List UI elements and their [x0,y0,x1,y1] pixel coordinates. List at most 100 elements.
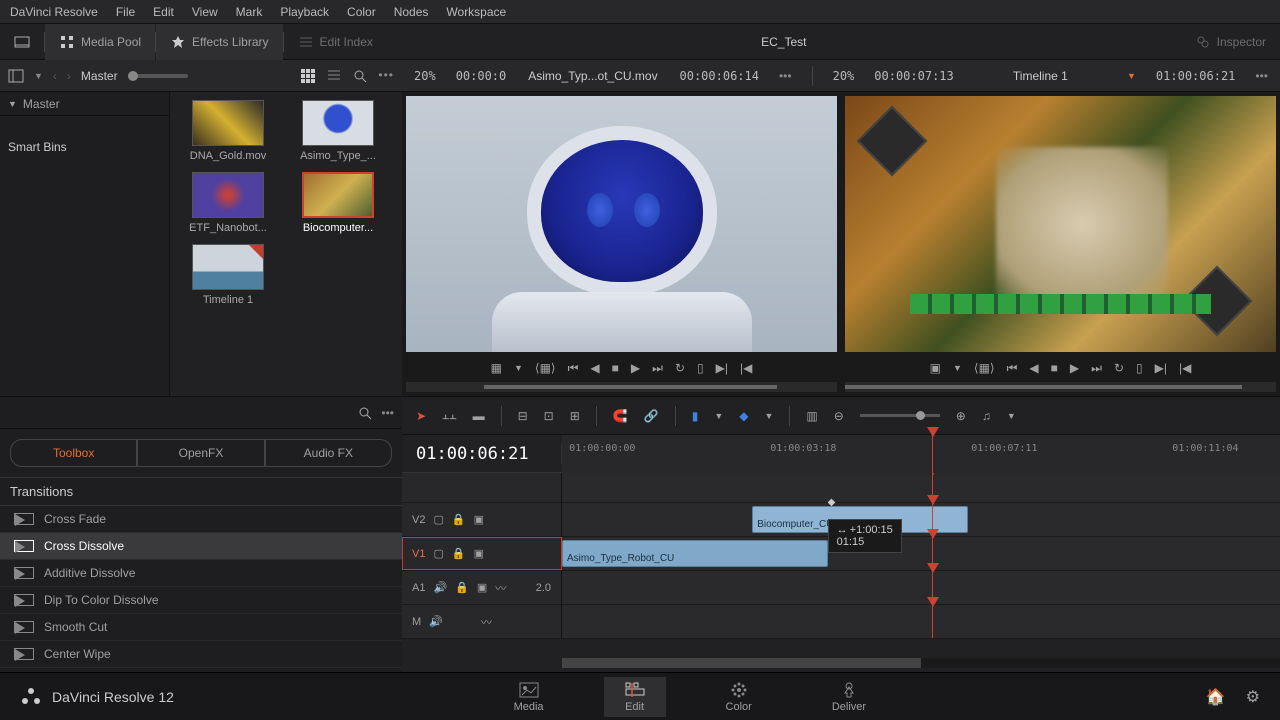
bin-header[interactable]: ▼Master [0,92,169,116]
loop-icon[interactable]: ↻ [1114,361,1124,375]
mute-icon[interactable]: 🔊 [433,581,447,594]
stop-icon[interactable]: ■ [612,361,619,375]
track-body-m[interactable] [562,605,1280,638]
viewer-mode-icon[interactable]: ▣ [930,361,941,375]
fx-item[interactable]: Cross Fade [0,506,402,533]
loop-icon[interactable]: ↻ [675,361,685,375]
timeline-scrubber[interactable] [845,382,1276,392]
play-icon[interactable]: ▶ [1070,361,1079,375]
page-deliver[interactable]: Deliver [812,677,886,717]
track-head-a1[interactable]: A1🔊🔒▣〰2.0 [402,571,562,604]
timeline-image[interactable] [845,96,1276,352]
fx-section-header[interactable]: Transitions [0,477,402,506]
prev-bin-button[interactable]: ‹ [53,69,57,83]
curve-icon[interactable]: 〰 [495,580,506,596]
options-icon[interactable]: ••• [378,68,394,84]
track-head-v1[interactable]: V1▢🔒▣ [402,537,562,570]
page-edit[interactable]: Edit [604,677,666,717]
step-fwd-icon[interactable]: ⏭ [652,361,663,376]
timeline-options-icon[interactable]: ••• [1255,69,1268,83]
lock-icon[interactable]: 🔒 [452,513,466,526]
track-control-icon[interactable]: ▣ [474,513,484,526]
timeline-dropdown-icon[interactable]: ▼ [1127,71,1136,81]
overwrite-icon[interactable]: ⊡ [544,409,554,423]
timeline-zoom[interactable]: 20% [833,69,855,83]
playhead[interactable] [932,435,933,473]
fx-item[interactable]: Clock Wipe [0,668,402,672]
source-clip-name[interactable]: Asimo_Typ...ot_CU.mov [526,69,659,83]
auto-select-icon[interactable]: ▢ [433,547,443,560]
fx-item[interactable]: Cross Dissolve [0,533,402,560]
track-control-icon[interactable]: ▣ [474,547,484,560]
layout-button[interactable] [0,24,44,60]
auto-select-icon[interactable]: ▢ [433,513,443,526]
single-frame-icon[interactable]: ▯ [1136,361,1143,375]
fx-tab-openfx[interactable]: OpenFX [137,439,264,467]
fx-tab-audiofx[interactable]: Audio FX [265,439,392,467]
next-clip-icon[interactable]: ▶| [716,361,728,375]
chevron-down-icon[interactable]: ▼ [34,71,43,81]
track-body-v2[interactable]: Biocomputer_CU ◆ [562,503,1280,536]
fx-item[interactable]: Additive Dissolve [0,560,402,587]
timeline-name[interactable]: Timeline 1 [974,69,1107,83]
mute-icon[interactable]: 🔊 [429,615,443,628]
menu-file[interactable]: File [116,5,135,19]
bin-label[interactable]: Master [81,69,118,83]
fx-item[interactable]: Center Wipe [0,641,402,668]
menu-nodes[interactable]: Nodes [394,5,429,19]
next-clip-icon[interactable]: ▶| [1155,361,1167,375]
viewer-mode-icon[interactable]: ▦ [491,361,502,375]
curve-icon[interactable]: 〰 [481,614,492,630]
inspector-button[interactable]: Inspector [1181,24,1280,60]
blade-tool-icon[interactable]: ▬ [473,409,485,423]
timeline-view-icon[interactable]: ▥ [806,409,817,423]
page-color[interactable]: Color [706,677,772,717]
fx-tab-toolbox[interactable]: Toolbox [10,439,137,467]
settings-icon[interactable]: ⚙ [1246,687,1260,707]
step-back-icon[interactable]: ◀ [1029,361,1038,375]
track-head-v2[interactable]: V2▢🔒▣ [402,503,562,536]
step-back-icon[interactable]: ◀ [590,361,599,375]
effects-library-button[interactable]: Effects Library [156,24,282,60]
timeline-ruler[interactable]: 01:00:00:00 01:00:03:18 01:00:07:11 01:0… [562,435,1280,473]
source-zoom[interactable]: 20% [414,69,436,83]
match-frame-icon[interactable]: ⟨▦⟩ [535,361,556,375]
search-icon[interactable] [352,68,368,84]
source-options-icon[interactable]: ••• [779,69,792,83]
menu-mark[interactable]: Mark [236,5,263,19]
snap-icon[interactable]: 🧲 [613,409,628,423]
media-item[interactable]: DNA_Gold.mov [178,100,278,162]
menu-playback[interactable]: Playback [280,5,329,19]
search-icon[interactable] [357,405,373,421]
go-start-icon[interactable]: ⏮ [568,361,579,376]
timeline-tc-display[interactable]: 01:00:06:21 [402,444,562,464]
play-icon[interactable]: ▶ [631,361,640,375]
go-end-icon[interactable]: |◀ [1179,361,1191,375]
media-item[interactable]: Biocomputer... [288,172,388,234]
menu-color[interactable]: Color [347,5,376,19]
marker-icon[interactable]: ◆ [739,409,748,423]
media-item-timeline[interactable]: Timeline 1 [178,244,278,306]
audio-icon[interactable]: ♫ [982,409,991,423]
insert-icon[interactable]: ⊟ [518,409,528,423]
track-body-v1[interactable]: Asimo_Type_Robot_CU ↔+1:00:15 01:15 [562,537,1280,570]
zoom-slider[interactable] [860,414,940,417]
track-control-icon[interactable]: ▣ [477,581,487,594]
go-end-icon[interactable]: |◀ [740,361,752,375]
link-icon[interactable]: 🔗 [644,409,659,423]
match-frame-icon[interactable]: ⟨▦⟩ [974,361,995,375]
edit-index-button[interactable]: Edit Index [284,24,387,60]
source-scrubber[interactable] [406,382,837,392]
replace-icon[interactable]: ⊞ [570,409,580,423]
media-pool-button[interactable]: Media Pool [45,24,155,60]
smart-bins[interactable]: Smart Bins [0,134,169,160]
pointer-tool-icon[interactable]: ➤ [416,409,426,423]
lock-icon[interactable]: 🔒 [452,547,466,560]
media-item[interactable]: ETF_Nanobot... [178,172,278,234]
menu-workspace[interactable]: Workspace [446,5,506,19]
stop-icon[interactable]: ■ [1051,361,1058,375]
timeline-hscroll[interactable] [562,658,1280,668]
list-view-icon[interactable] [326,68,342,84]
clip-v1[interactable]: Asimo_Type_Robot_CU [562,540,828,567]
menu-edit[interactable]: Edit [153,5,174,19]
